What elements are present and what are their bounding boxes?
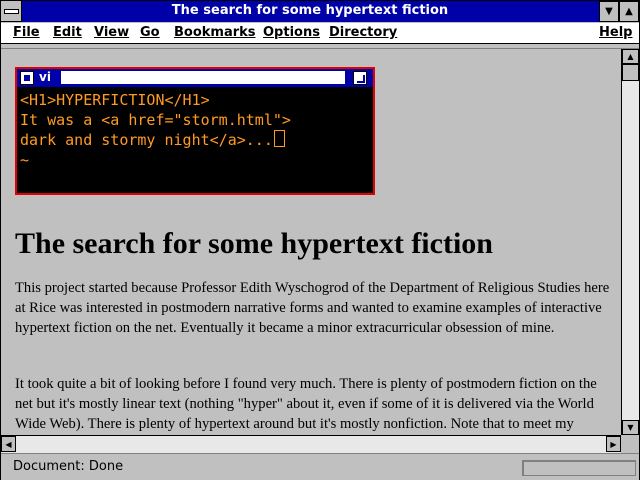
vi-title-bar: vi <box>17 69 373 87</box>
vi-line-2: It was a <a href="storm.html"> <box>20 111 291 129</box>
vi-maximize-icon <box>357 75 365 83</box>
menu-view-label: View <box>94 25 130 40</box>
menu-edit-label: Edit <box>53 25 82 40</box>
menu-help[interactable]: Help <box>599 24 632 41</box>
menu-help-label: Help <box>599 25 633 40</box>
system-menu-icon <box>4 9 19 14</box>
vertical-scrollbar[interactable]: ▲ ▼ <box>621 49 639 435</box>
paragraph-2: It took quite a bit of looking before I … <box>15 376 597 432</box>
vi-buffer[interactable]: <H1>HYPERFICTION</H1> It was a <a href="s… <box>20 90 371 170</box>
menu-bookmarks-label: Bookmarks <box>174 25 256 40</box>
menu-directory[interactable]: Directory <box>329 24 397 41</box>
maximize-button[interactable]: ▲ <box>619 1 639 22</box>
paragraph-1: This project started because Professor E… <box>15 280 610 336</box>
menu-file[interactable]: File <box>13 24 40 41</box>
text-cursor <box>273 130 285 147</box>
title-bar: The search for some hypertext fiction ▼ … <box>1 1 639 22</box>
vertical-scroll-thumb[interactable] <box>622 64 639 81</box>
menu-view[interactable]: View <box>94 24 129 41</box>
progress-indicator <box>522 460 636 476</box>
menu-go[interactable]: Go <box>140 24 160 41</box>
menu-bar: File Edit View Go Bookmarks Options Dire… <box>1 23 639 44</box>
menu-go-label: Go <box>140 25 160 40</box>
vi-system-menu-icon <box>24 75 30 81</box>
horizontal-scrollbar[interactable]: ◀ ▶ <box>1 435 621 453</box>
menu-file-label: File <box>13 25 40 40</box>
vi-maximize-button[interactable] <box>353 71 367 85</box>
menu-options[interactable]: Options <box>263 24 320 41</box>
status-bar: Document: Done <box>1 453 639 480</box>
scroll-down-button[interactable]: ▼ <box>622 420 639 435</box>
scroll-left-button[interactable]: ◀ <box>1 436 16 452</box>
scroll-corner <box>621 435 639 453</box>
vi-tilde-line: ~ <box>20 151 30 169</box>
minimize-icon: ▼ <box>605 6 613 17</box>
vi-line-3: dark and stormy night</a>... <box>20 131 273 149</box>
vi-line-1: <H1>HYPERFICTION</H1> <box>20 91 210 109</box>
vi-title-field <box>61 71 345 84</box>
page-heading: The search for some hypertext fiction <box>15 227 493 260</box>
system-menu-button[interactable] <box>1 1 22 22</box>
menu-directory-label: Directory <box>329 25 398 40</box>
vi-line-3-wrap: dark and stormy night</a>... <box>20 130 371 150</box>
vi-system-menu-button[interactable] <box>20 71 34 85</box>
up-arrow-icon: ▲ <box>627 52 634 61</box>
menu-options-label: Options <box>263 25 320 40</box>
browser-window: The search for some hypertext fiction ▼ … <box>0 0 640 480</box>
maximize-icon: ▲ <box>625 6 633 17</box>
right-arrow-icon: ▶ <box>610 439 617 449</box>
scroll-right-button[interactable]: ▶ <box>606 436 621 452</box>
vi-title: vi <box>39 70 51 84</box>
menu-bookmarks[interactable]: Bookmarks <box>174 24 256 41</box>
vi-editor-window[interactable]: vi <H1>HYPERFICTION</H1> It was a <a href… <box>15 67 375 195</box>
window-title: The search for some hypertext fiction <box>171 3 449 18</box>
status-text: Document: Done <box>13 459 124 474</box>
minimize-button[interactable]: ▼ <box>599 1 619 22</box>
left-arrow-icon: ◀ <box>5 439 12 449</box>
menu-edit[interactable]: Edit <box>53 24 82 41</box>
scroll-up-button[interactable]: ▲ <box>622 49 639 64</box>
down-arrow-icon: ▼ <box>627 423 634 432</box>
document-view: vi <H1>HYPERFICTION</H1> It was a <a href… <box>1 49 621 435</box>
